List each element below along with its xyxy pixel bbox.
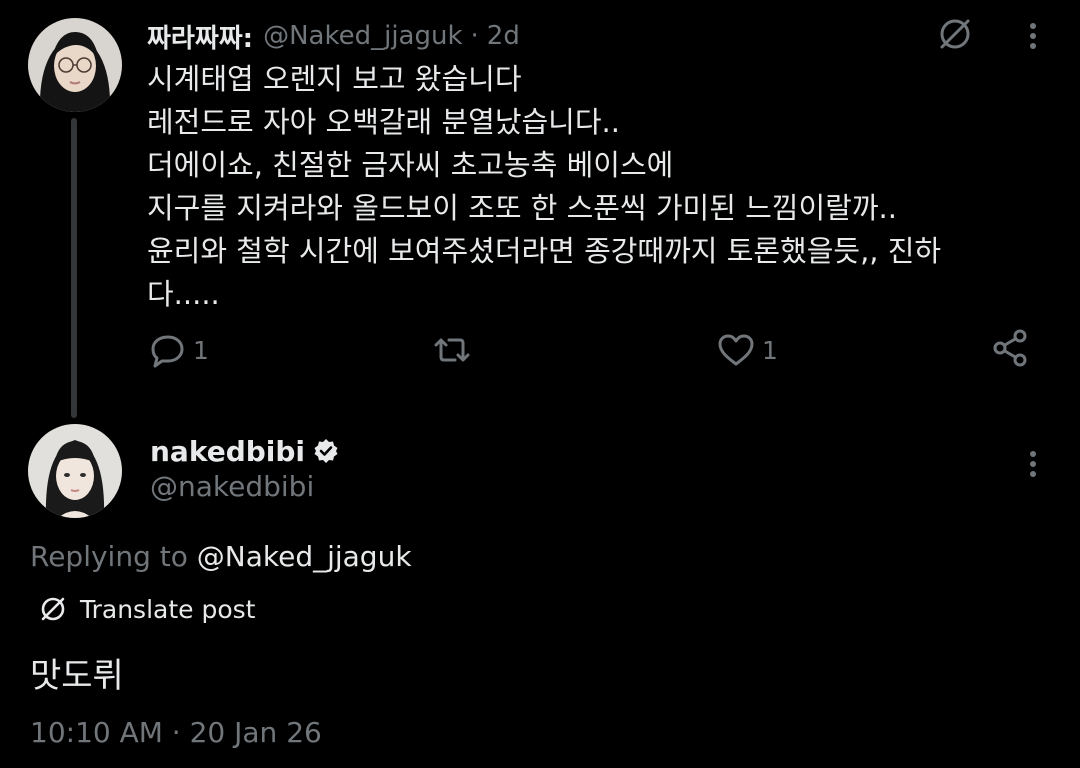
share-icon (993, 329, 1027, 367)
reply-avatar-image (28, 424, 122, 518)
parent-tweet-text: 시계태엽 오렌지 보고 왔습니다 레전드로 자아 오백갈래 분열났습니다.. 더… (147, 58, 1027, 316)
repost-icon (434, 338, 470, 362)
parent-display-name[interactable]: 짜라짜짜: (147, 18, 253, 55)
parent-handle[interactable]: @Naked_jjaguk (263, 21, 462, 51)
translate-post-label: Translate post (80, 594, 256, 624)
translate-icon[interactable] (935, 14, 975, 54)
replying-to-line: Replying to @Naked_jjaguk (30, 540, 412, 573)
reply-icon (151, 335, 184, 368)
more-options-icon[interactable] (1016, 444, 1050, 484)
parent-separator: · (470, 21, 479, 51)
reply-tweet-text: 맛도뤼 (30, 656, 124, 696)
parent-text-line: 다..... (147, 277, 220, 311)
parent-text-line: 레전드로 자아 오백갈래 분열났습니다.. (147, 105, 620, 139)
parent-text-line: 윤리와 철학 시간에 보여주셨더라면 종강때까지 토론했을듯,, 진하 (147, 234, 942, 268)
translate-icon (41, 597, 65, 621)
reply-count: 1 (193, 335, 209, 365)
reply-name-row: nakedbibi (150, 430, 339, 472)
like-button[interactable]: 1 (716, 328, 778, 372)
translate-post-button[interactable]: Translate post (38, 590, 255, 628)
thread-connector-line (71, 118, 77, 418)
replying-to-handle[interactable]: @Naked_jjaguk (197, 540, 412, 573)
more-options-icon[interactable] (1016, 16, 1050, 56)
repost-button[interactable] (430, 328, 474, 372)
parent-timestamp[interactable]: 2d (487, 21, 520, 51)
like-icon (718, 334, 754, 366)
share-button[interactable] (990, 326, 1030, 370)
reply-button[interactable]: 1 (149, 328, 209, 372)
replying-to-prefix: Replying to (30, 540, 188, 573)
reply-display-name[interactable]: nakedbibi (150, 435, 305, 468)
reply-avatar[interactable] (28, 424, 122, 518)
parent-tweet-header: 짜라짜짜: @Naked_jjaguk · 2d (147, 14, 520, 58)
reply-handle[interactable]: @nakedbibi (150, 470, 314, 503)
parent-avatar-image (28, 18, 122, 112)
parent-text-line: 지구를 지켜라와 올드보이 조또 한 스푼씩 가미된 느낌이랄까.. (147, 191, 897, 225)
like-count: 1 (762, 335, 778, 365)
verified-badge-icon (314, 439, 338, 463)
parent-text-line: 시계태엽 오렌지 보고 왔습니다 (147, 62, 522, 96)
reply-timestamp[interactable]: 10:10 AM · 20 Jan 26 (30, 716, 322, 749)
parent-text-line: 더에이쇼, 친절한 금자씨 초고농축 베이스에 (147, 148, 674, 182)
parent-avatar[interactable] (28, 18, 122, 112)
